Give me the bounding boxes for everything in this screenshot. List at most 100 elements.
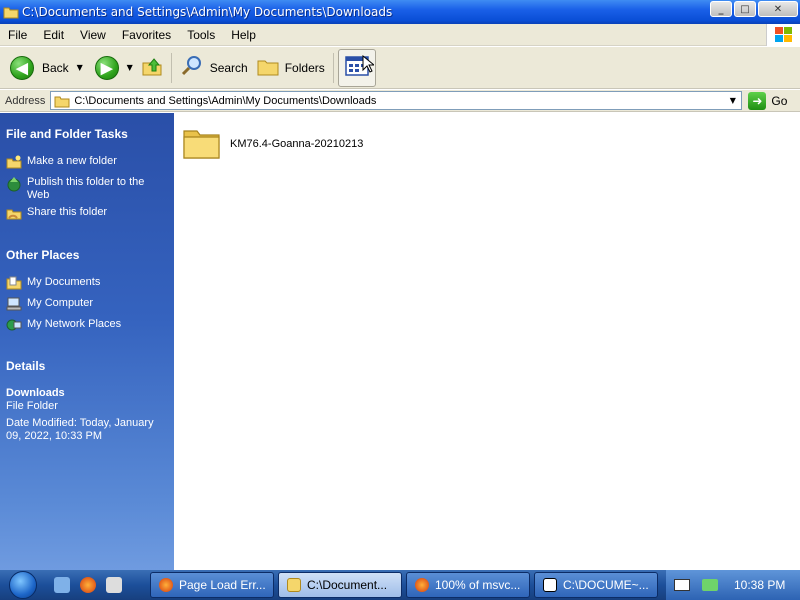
- toolbar: ◀ Back ▼ ▶ ▼ Search Folders: [0, 47, 800, 89]
- search-icon: [180, 54, 204, 81]
- address-dropdown-icon[interactable]: ▼: [724, 92, 741, 109]
- file-list-area[interactable]: KM76.4-Goanna-20210213: [174, 113, 800, 570]
- menu-edit[interactable]: Edit: [35, 28, 72, 42]
- publish-web-icon: [6, 176, 22, 192]
- close-button[interactable]: ✕: [758, 1, 798, 17]
- quick-launch: [54, 577, 150, 593]
- maximize-button[interactable]: □: [734, 1, 756, 17]
- folder-icon: [3, 5, 19, 19]
- back-button[interactable]: ◀ Back: [6, 49, 73, 87]
- details-modified: Date Modified: Today, January 09, 2022, …: [6, 417, 154, 442]
- my-computer-link[interactable]: My Computer: [6, 297, 168, 311]
- share-folder-icon: [6, 206, 22, 220]
- title-bar[interactable]: C:\Documents and Settings\Admin\My Docum…: [0, 0, 800, 24]
- windows-logo-icon: [766, 24, 800, 46]
- address-label: Address: [5, 94, 46, 107]
- folder-icon: [287, 578, 301, 592]
- toolbar-separator: [332, 52, 334, 83]
- taskbar-task-download[interactable]: 100% of msvc...: [406, 572, 530, 598]
- my-computer-icon: [6, 297, 22, 311]
- task-pane: File and Folder Tasks Make a new folder …: [0, 113, 174, 570]
- my-network-places-link[interactable]: My Network Places: [6, 318, 168, 332]
- task-label: Page Load Err...: [179, 578, 266, 592]
- back-dropdown-icon[interactable]: ▼: [73, 63, 87, 72]
- other-places-section: Other Places My Documents My Computer My…: [6, 248, 168, 332]
- place-label: My Network Places: [27, 318, 122, 330]
- file-folder-tasks-section: File and Folder Tasks Make a new folder …: [6, 127, 168, 220]
- details-section: Details Downloads File Folder Date Modif…: [6, 359, 168, 443]
- folder-name: KM76.4-Goanna-20210213: [230, 137, 364, 150]
- search-label: Search: [209, 60, 248, 75]
- task-label: Make a new folder: [27, 155, 117, 167]
- windows-orb-icon: [9, 571, 37, 599]
- minimize-icon: _: [718, 3, 724, 15]
- taskbar: Page Load Err... C:\Document... 100% of …: [0, 570, 800, 600]
- menu-help[interactable]: Help: [223, 28, 264, 42]
- folder-icon: [182, 123, 222, 164]
- task-label: Share this folder: [27, 206, 108, 218]
- go-label: Go: [771, 93, 788, 108]
- window-title: C:\Documents and Settings\Admin\My Docum…: [22, 5, 393, 19]
- close-icon: ✕: [773, 3, 783, 15]
- 7zip-icon: [543, 578, 557, 592]
- up-folder-icon: [141, 55, 163, 80]
- clock[interactable]: 10:38 PM: [734, 578, 785, 592]
- go-arrow-icon: ➜: [748, 91, 767, 110]
- folder-icon: [54, 94, 70, 108]
- keyboard-icon[interactable]: [674, 579, 690, 591]
- media-icon[interactable]: [106, 577, 122, 593]
- task-label: Publish this folder to the Web: [27, 176, 145, 201]
- file-folder-tasks-title[interactable]: File and Folder Tasks: [6, 127, 168, 141]
- toolbar-separator: [170, 52, 172, 83]
- forward-arrow-icon: ▶: [94, 55, 119, 80]
- taskbar-task-explorer[interactable]: C:\Document...: [278, 572, 402, 598]
- place-label: My Computer: [27, 297, 94, 309]
- task-label: C:\Document...: [307, 578, 388, 592]
- my-network-places-icon: [6, 318, 22, 332]
- back-arrow-icon: ◀: [10, 55, 34, 80]
- address-bar: Address C:\Documents and Settings\Admin\…: [0, 90, 800, 112]
- place-label: My Documents: [27, 276, 101, 288]
- publish-folder-link[interactable]: Publish this folder to the Web: [6, 176, 168, 202]
- maximize-icon: □: [740, 3, 750, 15]
- start-button[interactable]: [0, 570, 46, 600]
- task-label: 100% of msvc...: [435, 578, 521, 592]
- mouse-cursor-icon: [362, 54, 376, 76]
- address-value: C:\Documents and Settings\Admin\My Docum…: [74, 94, 377, 107]
- forward-button[interactable]: ▶: [91, 49, 123, 87]
- make-new-folder-link[interactable]: Make a new folder: [6, 155, 168, 169]
- share-folder-link[interactable]: Share this folder: [6, 206, 168, 220]
- my-documents-link[interactable]: My Documents: [6, 276, 168, 290]
- search-button[interactable]: Search: [176, 49, 252, 87]
- firefox-icon: [415, 578, 429, 592]
- system-tray: 10:38 PM: [666, 570, 800, 600]
- firefox-icon: [159, 578, 173, 592]
- details-type: File Folder: [6, 400, 58, 412]
- task-label: C:\DOCUME~...: [563, 578, 649, 592]
- folders-button[interactable]: Folders: [252, 49, 329, 87]
- network-icon[interactable]: [702, 579, 718, 591]
- forward-dropdown-icon[interactable]: ▼: [123, 63, 137, 72]
- menu-tools[interactable]: Tools: [179, 28, 223, 42]
- other-places-title[interactable]: Other Places: [6, 248, 168, 262]
- my-documents-icon: [6, 276, 22, 290]
- minimize-button[interactable]: _: [710, 1, 732, 17]
- taskbar-task-7zip[interactable]: C:\DOCUME~...: [534, 572, 658, 598]
- up-folder-button[interactable]: [137, 49, 167, 87]
- back-label: Back: [42, 60, 69, 75]
- folder-item[interactable]: KM76.4-Goanna-20210213: [182, 123, 363, 164]
- menu-file[interactable]: File: [0, 28, 35, 42]
- show-desktop-icon[interactable]: [54, 577, 70, 593]
- details-name: Downloads: [6, 387, 65, 399]
- new-folder-icon: [6, 155, 22, 169]
- firefox-icon[interactable]: [80, 577, 96, 593]
- details-title[interactable]: Details: [6, 359, 168, 373]
- folders-icon: [256, 55, 280, 80]
- menu-view[interactable]: View: [72, 28, 114, 42]
- taskbar-task-page-load-error[interactable]: Page Load Err...: [150, 572, 274, 598]
- address-input[interactable]: C:\Documents and Settings\Admin\My Docum…: [50, 91, 743, 110]
- menu-bar: File Edit View Favorites Tools Help: [0, 24, 800, 46]
- folders-label: Folders: [284, 60, 325, 75]
- go-button[interactable]: ➜ Go: [748, 91, 788, 110]
- menu-favorites[interactable]: Favorites: [114, 28, 179, 42]
